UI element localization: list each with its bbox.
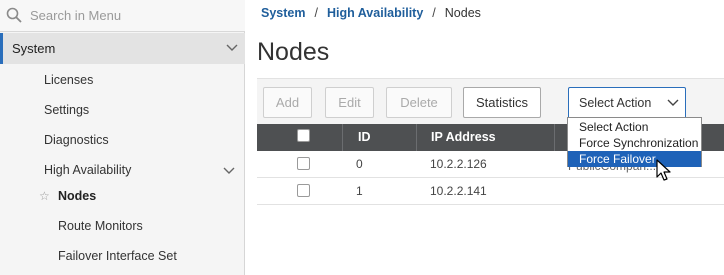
- select-action-value: Select Action: [579, 96, 652, 110]
- add-button[interactable]: Add: [263, 87, 312, 118]
- option-force-failover[interactable]: Force Failover: [568, 151, 701, 167]
- cell-ip-address: 10.2.2.141: [430, 184, 487, 198]
- table-row[interactable]: 1 10.2.2.141: [257, 178, 724, 205]
- select-all-checkbox[interactable]: [297, 129, 310, 142]
- cell-ip-address: 10.2.2.126: [430, 157, 487, 171]
- sidebar-section-system[interactable]: System: [0, 33, 245, 64]
- column-divider: [342, 124, 343, 151]
- sidebar-item-licenses[interactable]: Licenses: [0, 65, 244, 95]
- delete-button[interactable]: Delete: [386, 87, 452, 118]
- row-checkbox[interactable]: [297, 157, 310, 170]
- cell-id: 0: [356, 157, 363, 171]
- mouse-pointer-icon: [656, 159, 671, 181]
- column-divider: [416, 124, 417, 151]
- option-select-action[interactable]: Select Action: [568, 119, 701, 135]
- select-action-dropdown[interactable]: Select Action: [568, 87, 686, 119]
- cell-id: 1: [356, 184, 363, 198]
- edit-button[interactable]: Edit: [325, 87, 374, 118]
- sidebar-item-label: Diagnostics: [44, 133, 109, 147]
- breadcrumb: System / High Availability / Nodes: [261, 6, 481, 20]
- sidebar-item-label: Licenses: [44, 73, 94, 87]
- page-title: Nodes: [257, 38, 330, 66]
- breadcrumb-separator: /: [314, 6, 318, 20]
- column-divider: [554, 124, 555, 151]
- sidebar-item-label: Failover Interface Set: [58, 249, 177, 263]
- sidebar-item-label: Nodes: [58, 189, 97, 203]
- star-icon[interactable]: ☆: [39, 189, 50, 203]
- chevron-down-icon[interactable]: [223, 167, 235, 175]
- chevron-down-icon: [667, 99, 679, 106]
- sidebar-item-label: Settings: [44, 103, 90, 117]
- sidebar-item-label: High Availability: [44, 163, 132, 177]
- sidebar-section-label: System: [12, 41, 56, 56]
- statistics-button[interactable]: Statistics: [463, 87, 541, 118]
- row-checkbox[interactable]: [297, 184, 310, 197]
- breadcrumb-link-high-availability[interactable]: High Availability: [327, 6, 423, 20]
- breadcrumb-link-system[interactable]: System: [261, 6, 305, 20]
- sidebar: Search in Menu System Licenses Settings …: [0, 0, 245, 275]
- select-action-options: Select Action Force Synchronization Forc…: [567, 117, 702, 167]
- sidebar-item-nodes[interactable]: ☆ Nodes: [0, 181, 244, 211]
- breadcrumb-current: Nodes: [444, 6, 481, 20]
- chevron-down-icon[interactable]: [226, 44, 238, 52]
- sidebar-item-failover-interface-set[interactable]: Failover Interface Set: [0, 241, 244, 271]
- column-header-id[interactable]: ID: [358, 130, 371, 144]
- column-header-ip-address[interactable]: IP Address: [431, 130, 496, 144]
- sidebar-item-settings[interactable]: Settings: [0, 95, 244, 125]
- search-bar[interactable]: Search in Menu: [0, 0, 245, 32]
- breadcrumb-separator: /: [432, 6, 436, 20]
- sidebar-item-label: Route Monitors: [58, 219, 143, 233]
- search-icon: [6, 7, 22, 23]
- sidebar-item-diagnostics[interactable]: Diagnostics: [0, 125, 244, 155]
- sidebar-item-route-monitors[interactable]: Route Monitors: [0, 211, 244, 241]
- search-input[interactable]: Search in Menu: [30, 8, 121, 23]
- option-force-synchronization[interactable]: Force Synchronization: [568, 135, 701, 151]
